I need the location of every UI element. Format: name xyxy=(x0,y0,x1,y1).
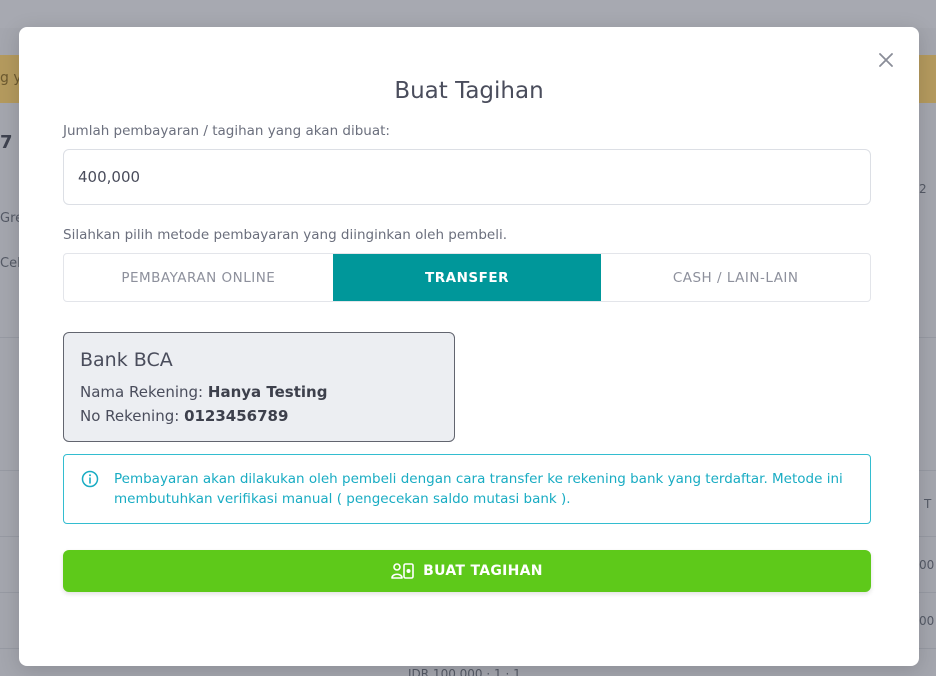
background-topbar xyxy=(0,0,936,28)
close-button[interactable] xyxy=(875,49,897,71)
background-number: 7 xyxy=(0,132,13,153)
background-right-text: 00 xyxy=(919,614,935,628)
payment-method-tabs: PEMBAYARAN ONLINE TRANSFER CASH / LAIN-L… xyxy=(63,253,871,302)
account-number-value: 0123456789 xyxy=(184,407,289,425)
payment-method-label: Silahkan pilih metode pembayaran yang di… xyxy=(63,227,507,243)
modal-title: Buat Tagihan xyxy=(394,78,544,104)
close-icon xyxy=(879,53,893,67)
create-invoice-button[interactable]: BUAT TAGIHAN xyxy=(63,550,871,592)
info-alert: Pembayaran akan dilakukan oleh pembeli d… xyxy=(63,454,871,524)
account-number-row: No Rekening: 0123456789 xyxy=(80,404,438,428)
tab-transfer[interactable]: TRANSFER xyxy=(332,254,602,301)
bank-account-card[interactable]: Bank BCA Nama Rekening: Hanya Testing No… xyxy=(63,332,455,442)
info-text: Pembayaran akan dilakukan oleh pembeli d… xyxy=(114,471,843,507)
create-invoice-label: BUAT TAGIHAN xyxy=(423,563,543,579)
amount-label: Jumlah pembayaran / tagihan yang akan di… xyxy=(63,123,390,139)
background-right-text: T xyxy=(924,497,932,511)
info-icon xyxy=(81,470,99,488)
account-number-label: No Rekening: xyxy=(80,407,180,425)
background-right-text: 00 xyxy=(919,558,935,572)
account-name-row: Nama Rekening: Hanya Testing xyxy=(80,380,438,404)
amount-input[interactable] xyxy=(63,149,871,205)
background-bottom-text: IDR 100.000 · 1 · 1 xyxy=(408,667,521,676)
account-name-value: Hanya Testing xyxy=(207,383,328,401)
background-side-text: Cel xyxy=(0,256,21,271)
tab-cash-other[interactable]: CASH / LAIN-LAIN xyxy=(601,254,870,301)
background-right-text: 2 xyxy=(919,182,927,196)
create-invoice-icon xyxy=(391,563,414,579)
bank-name: Bank BCA xyxy=(80,349,173,371)
account-name-label: Nama Rekening: xyxy=(80,383,204,401)
create-invoice-modal: Buat Tagihan Jumlah pembayaran / tagihan… xyxy=(19,27,919,666)
tab-online-payment[interactable]: PEMBAYARAN ONLINE xyxy=(64,254,333,301)
